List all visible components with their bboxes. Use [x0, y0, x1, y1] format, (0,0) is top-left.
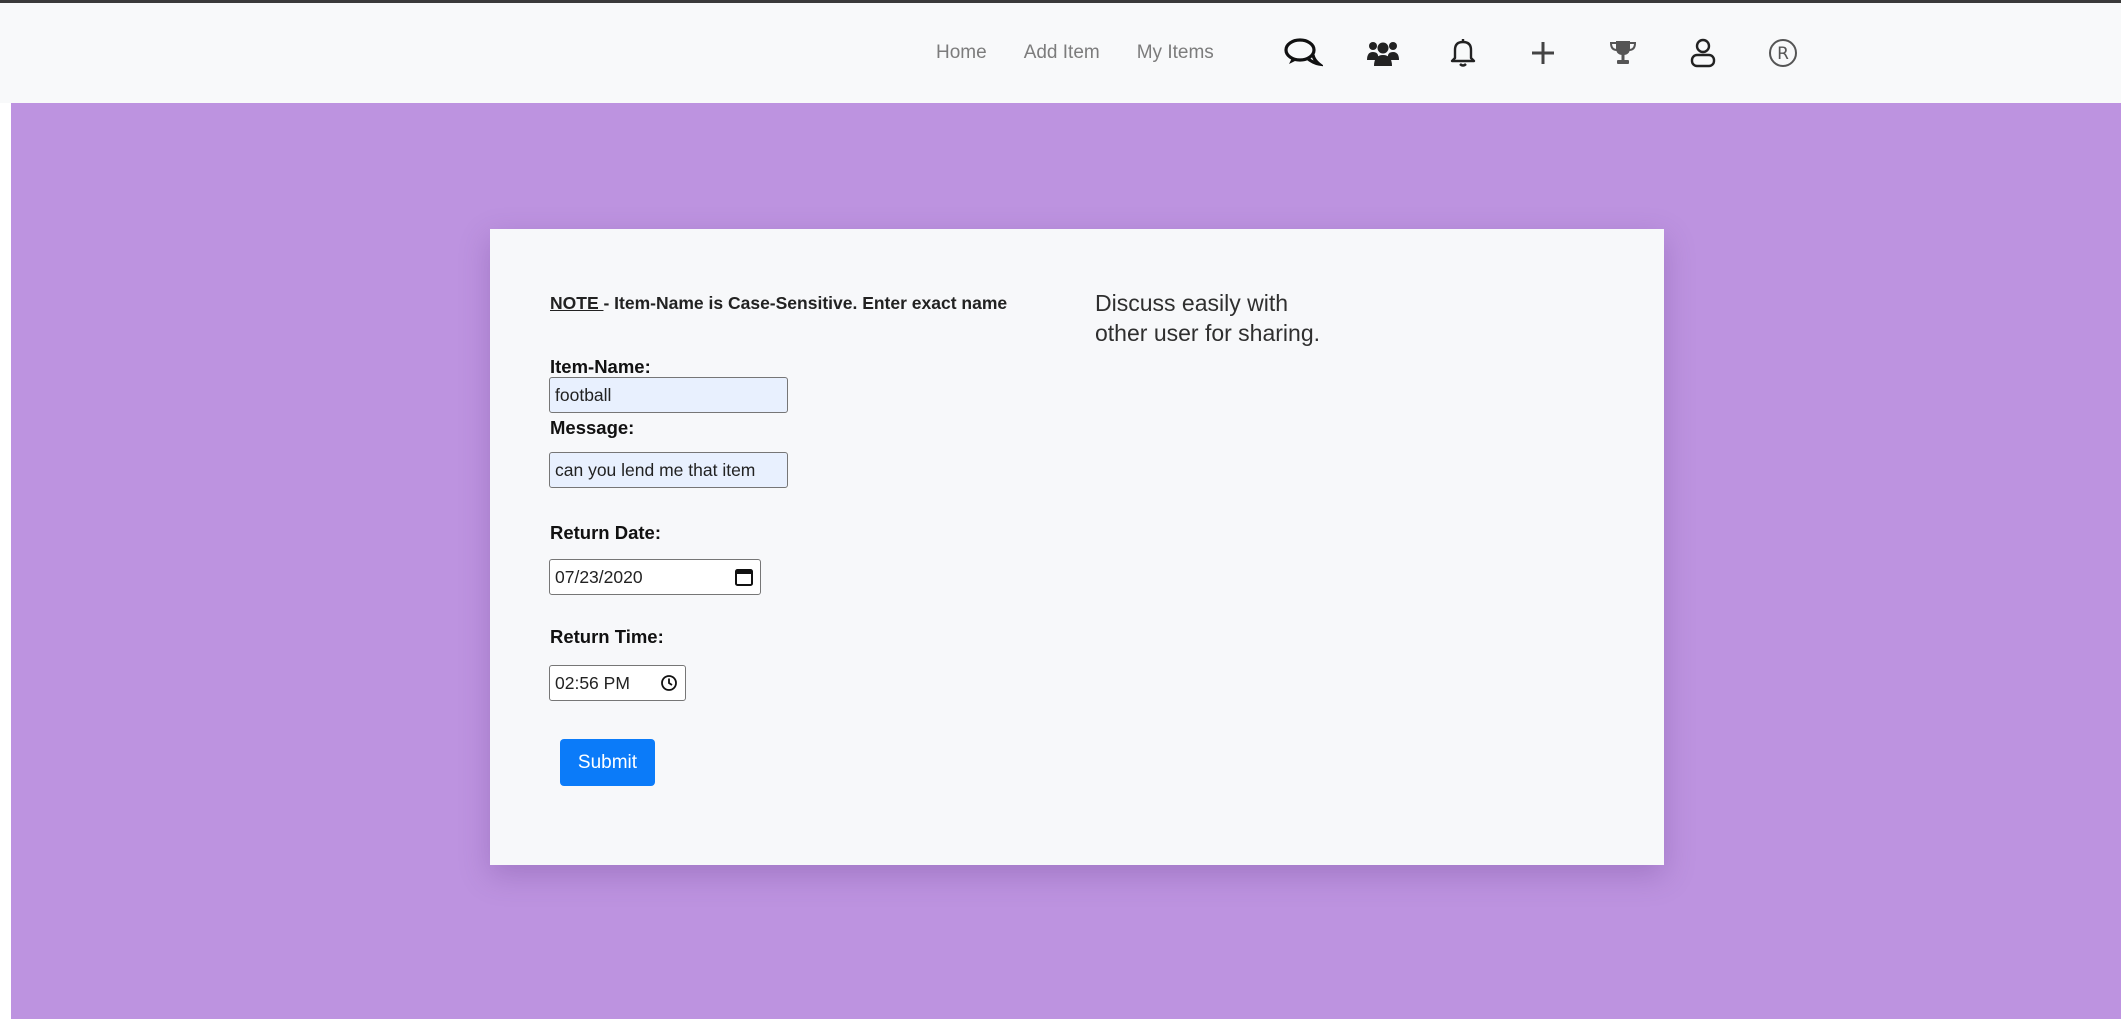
users-icon[interactable] — [1356, 26, 1410, 80]
note-label: NOTE — [550, 293, 604, 313]
bell-icon[interactable] — [1436, 26, 1490, 80]
user-icon[interactable] — [1676, 26, 1730, 80]
calendar-icon[interactable] — [731, 564, 757, 590]
page-background: NOTE - Item-Name is Case-Sensitive. Ente… — [11, 103, 2121, 1019]
item-name-label: Item-Name: — [550, 356, 651, 377]
note-text: NOTE - Item-Name is Case-Sensitive. Ente… — [550, 293, 1007, 314]
clock-icon[interactable] — [656, 670, 682, 696]
chat-icon[interactable] — [1276, 26, 1330, 80]
request-form-card: NOTE - Item-Name is Case-Sensitive. Ente… — [490, 229, 1664, 865]
trophy-icon[interactable] — [1596, 26, 1650, 80]
return-date-input[interactable]: 07/23/2020 — [549, 559, 761, 595]
return-date-value: 07/23/2020 — [555, 566, 643, 587]
nav-link-my-items[interactable]: My Items — [1137, 42, 1214, 64]
return-time-label: Return Time: — [550, 626, 664, 647]
nav-link-home[interactable]: Home — [936, 42, 987, 64]
note-message: - Item-Name is Case-Sensitive. Enter exa… — [603, 293, 1008, 313]
nav-icons: R — [1276, 3, 1810, 103]
submit-button[interactable]: Submit — [560, 739, 655, 786]
message-label: Message: — [550, 417, 635, 438]
item-name-input[interactable] — [549, 377, 788, 413]
navbar: Home Add Item My Items R — [0, 3, 2121, 103]
registered-icon[interactable]: R — [1756, 26, 1810, 80]
nav-links: Home Add Item My Items — [936, 3, 1251, 103]
plus-icon[interactable] — [1516, 26, 1570, 80]
svg-text:R: R — [1777, 44, 1789, 64]
message-input[interactable] — [549, 452, 788, 488]
return-date-label: Return Date: — [550, 522, 662, 543]
return-time-value: 02:56 PM — [555, 672, 630, 693]
return-time-input[interactable]: 02:56 PM — [549, 665, 686, 701]
side-description: Discuss easily with other user for shari… — [1095, 290, 1321, 346]
nav-link-add-item[interactable]: Add Item — [1024, 42, 1100, 64]
